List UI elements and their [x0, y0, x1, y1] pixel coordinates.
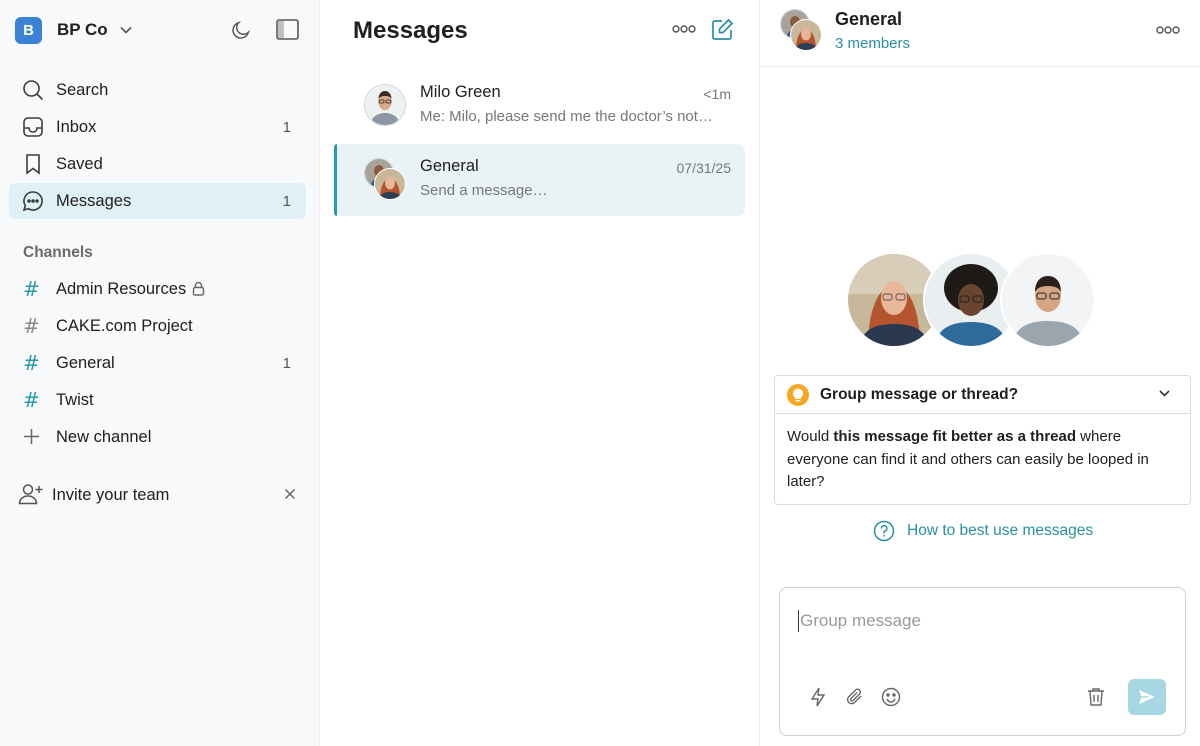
page-title: Messages [353, 17, 468, 44]
invite-team-button[interactable]: Invite your team [18, 481, 302, 509]
emoji-icon[interactable] [881, 687, 901, 707]
chevron-down-icon[interactable] [1159, 390, 1170, 397]
new-channel-button[interactable]: New channel [9, 419, 306, 455]
members-link[interactable]: 3 members [835, 35, 910, 52]
close-icon[interactable] [284, 488, 296, 500]
chevron-down-icon [120, 26, 132, 34]
inbox-icon [22, 116, 44, 138]
messages-list-panel: Messages Milo Green <1m Me: Milo, please… [320, 0, 760, 746]
question-circle-icon [873, 520, 895, 542]
add-user-icon [18, 483, 44, 505]
more-options-icon[interactable] [672, 24, 696, 34]
channel-admin-resources[interactable]: # Admin Resources [9, 271, 306, 307]
group-avatar [364, 158, 406, 200]
workspace-avatar: B [15, 16, 42, 44]
workspace-switcher[interactable]: B BP Co [15, 16, 132, 44]
conversation-panel: General 3 members Group message or threa… [760, 0, 1200, 746]
nav-label: Messages [56, 191, 132, 210]
trash-icon[interactable] [1087, 687, 1105, 707]
message-input[interactable] [798, 610, 1158, 632]
nav-count: 1 [282, 192, 291, 210]
conversation-header: General 3 members [760, 0, 1200, 67]
channel-twist[interactable]: # Twist [9, 382, 306, 418]
nav-search[interactable]: Search [9, 72, 306, 108]
nav-label: Inbox [56, 117, 97, 136]
send-button[interactable] [1128, 679, 1166, 715]
nav-label: Saved [56, 154, 103, 173]
hash-icon: # [23, 277, 40, 301]
channel-label: General [56, 353, 115, 372]
tip-card: Group message or thread? Would this mess… [774, 375, 1191, 505]
channel-label: CAKE.com Project [56, 316, 193, 335]
invite-label: Invite your team [52, 485, 170, 504]
group-avatar [780, 9, 822, 51]
message-composer [779, 587, 1186, 736]
channels-heading: Channels [23, 244, 93, 261]
more-options-icon[interactable] [1156, 25, 1180, 35]
hash-icon: # [23, 388, 40, 412]
channel-label: Twist [56, 390, 94, 409]
help-link-label: How to best use messages [907, 522, 1094, 539]
search-icon [22, 79, 44, 101]
tip-body-bold: this message fit better as a thread [833, 428, 1077, 445]
tip-title: Group message or thread? [820, 386, 1019, 403]
compose-icon[interactable] [711, 18, 734, 41]
channel-label: Admin Resources [56, 279, 187, 298]
conversation-name: General [420, 157, 479, 175]
bookmark-icon [22, 153, 44, 175]
channel-cake-project[interactable]: # CAKE.com Project [9, 308, 306, 344]
workspace-name: BP Co [57, 20, 108, 39]
nav-messages[interactable]: Messages 1 [9, 183, 306, 219]
attachment-icon[interactable] [845, 687, 865, 707]
sidebar: B BP Co Search Inbox 1 Saved Messages 1 … [0, 0, 320, 746]
help-link[interactable]: How to best use messages [873, 520, 1093, 542]
conversation-item[interactable]: General 07/31/25 Send a message… [334, 144, 745, 216]
hash-icon: # [23, 314, 40, 338]
channel-count: 1 [282, 354, 291, 372]
chat-bubble-icon [22, 190, 44, 212]
avatar [364, 84, 406, 126]
nav-saved[interactable]: Saved [9, 146, 306, 182]
hash-icon: # [23, 351, 40, 375]
avatar [1000, 252, 1096, 348]
sidebar-toggle-icon[interactable] [276, 19, 299, 40]
send-icon [1138, 689, 1156, 705]
nav-inbox[interactable]: Inbox 1 [9, 109, 306, 145]
moon-icon[interactable] [230, 19, 252, 41]
lightning-icon[interactable] [809, 687, 827, 707]
lightbulb-icon [787, 384, 809, 406]
member-avatars [846, 252, 1096, 348]
nav-count: 1 [282, 118, 291, 136]
conversation-title: General [835, 9, 903, 29]
channel-general[interactable]: # General 1 [9, 345, 306, 381]
tip-body: Would this message fit better as a threa… [787, 426, 1182, 494]
plus-icon [23, 428, 40, 445]
nav-label: Search [56, 80, 109, 99]
conversation-preview: Me: Milo, please send me the doctor’s no… [420, 108, 713, 125]
conversation-name: Milo Green [420, 83, 501, 101]
conversation-preview: Send a message… [420, 182, 548, 199]
tip-header[interactable]: Group message or thread? [775, 376, 1190, 414]
conversation-item[interactable]: Milo Green <1m Me: Milo, please send me … [334, 70, 745, 142]
new-channel-label: New channel [56, 427, 152, 446]
conversation-time: <1m [703, 86, 731, 102]
lock-icon [192, 281, 205, 296]
conversation-time: 07/31/25 [676, 160, 732, 176]
tip-body-start: Would [787, 428, 834, 445]
